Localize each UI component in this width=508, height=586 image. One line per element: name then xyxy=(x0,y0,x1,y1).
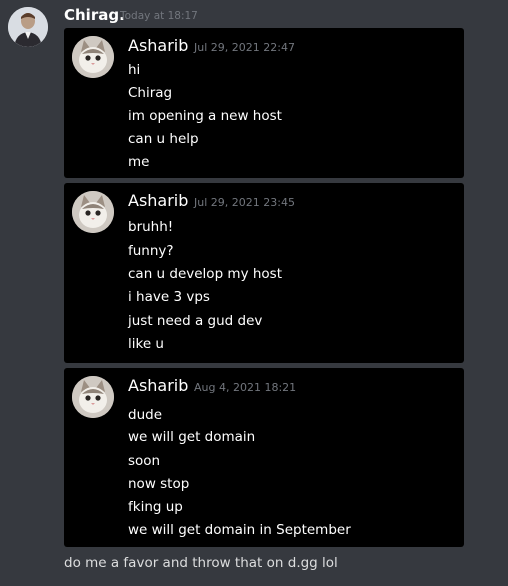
embed-line: can u develop my host xyxy=(128,266,283,282)
person-avatar-icon xyxy=(8,7,48,47)
embed-line: im opening a new host xyxy=(128,108,282,124)
embed-line: hi xyxy=(128,62,141,78)
message-timestamp: Today at 18:17 xyxy=(120,10,198,22)
embed-line: soon xyxy=(128,453,161,469)
embed-line: now stop xyxy=(128,476,190,492)
embed-author: Asharib xyxy=(128,191,189,210)
embed-line: funny? xyxy=(128,243,174,259)
embed-line: Chirag xyxy=(128,85,173,101)
quoted-message-embed: Asharib Jul 29, 2021 23:45 bruhh! funny?… xyxy=(64,183,464,363)
embed-line: fking up xyxy=(128,499,183,515)
embed-avatar xyxy=(72,36,114,78)
cat-avatar-icon xyxy=(72,36,114,78)
embed-line: we will get domain xyxy=(128,429,256,445)
embed-line: me xyxy=(128,154,150,170)
embed-timestamp: Aug 4, 2021 18:21 xyxy=(194,381,297,394)
embed-line: bruhh! xyxy=(128,219,174,235)
chat-view: { "message": { "author": "Chirag.", "tim… xyxy=(0,0,508,586)
quoted-message-embed: Asharib Jul 29, 2021 22:47 hi Chirag im … xyxy=(64,28,464,178)
cat-avatar-icon xyxy=(72,376,114,418)
embed-line: just need a gud dev xyxy=(128,313,263,329)
embed-line: i have 3 vps xyxy=(128,289,210,305)
embed-author: Asharib xyxy=(128,36,189,55)
author-avatar[interactable] xyxy=(8,7,48,47)
embed-author: Asharib xyxy=(128,376,189,395)
quoted-message-embed: Asharib Aug 4, 2021 18:21 dude we will g… xyxy=(64,368,464,547)
embed-avatar xyxy=(72,376,114,418)
embed-line: dude xyxy=(128,407,163,423)
message-text: do me a favor and throw that on d.gg lol xyxy=(64,555,338,571)
embed-avatar xyxy=(72,191,114,233)
embed-timestamp: Jul 29, 2021 23:45 xyxy=(194,196,295,209)
message-author[interactable]: Chirag. xyxy=(64,6,125,24)
embed-line: we will get domain in September xyxy=(128,522,351,538)
cat-avatar-icon xyxy=(72,191,114,233)
embed-line: can u help xyxy=(128,131,199,147)
embed-line: like u xyxy=(128,336,164,352)
embed-timestamp: Jul 29, 2021 22:47 xyxy=(194,41,295,54)
